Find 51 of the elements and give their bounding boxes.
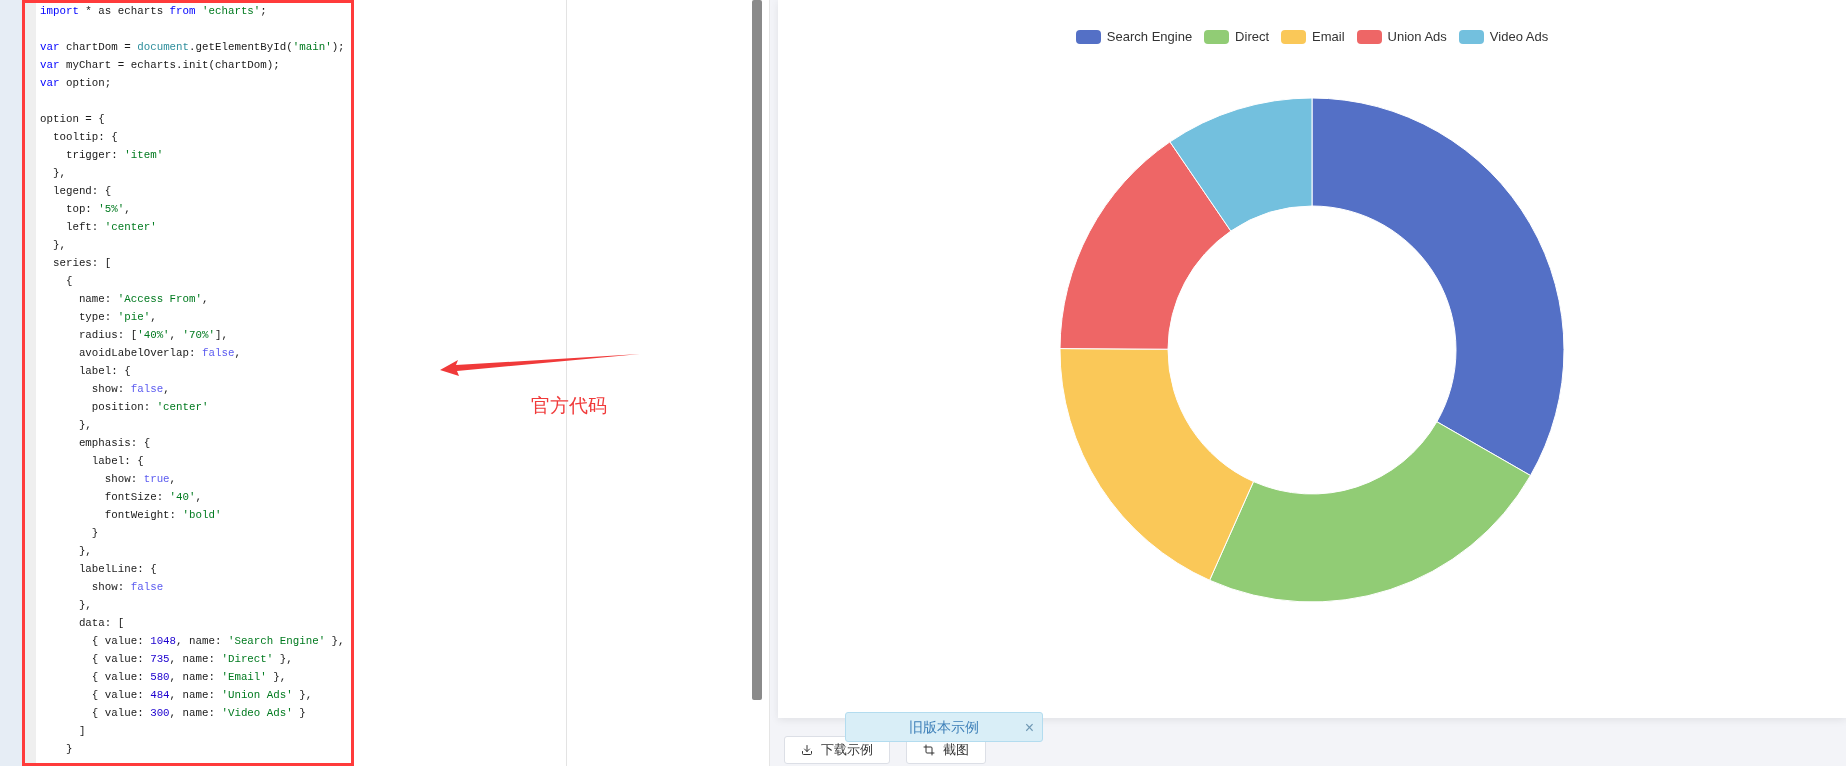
legend-label[interactable]: Video Ads xyxy=(1489,27,1549,47)
code-line: show: true, xyxy=(103,472,177,487)
code-line: } xyxy=(90,526,99,541)
code-line: { value: 1048, name: 'Search Engine' }, xyxy=(90,634,345,649)
download-button[interactable]: 下载示例 xyxy=(784,736,890,764)
code-line: { xyxy=(64,274,73,289)
code-line: series: [ xyxy=(51,256,112,271)
code-line: legend: { xyxy=(51,184,112,199)
code-line: show: false xyxy=(90,580,164,595)
code-line: type: 'pie', xyxy=(77,310,157,325)
code-line: }, xyxy=(77,598,92,613)
code-line: labelLine: { xyxy=(77,562,157,577)
code-line: { value: 300, name: 'Video Ads' } xyxy=(90,706,306,721)
legend-label[interactable]: Email xyxy=(1312,27,1345,47)
code-line: }, xyxy=(77,544,92,559)
code-line: { value: 580, name: 'Email' }, xyxy=(90,670,287,685)
code-line: data: [ xyxy=(77,616,125,631)
legend-label[interactable]: Union Ads xyxy=(1387,27,1447,47)
code-line: trigger: 'item' xyxy=(64,148,164,163)
code-line: import * as echarts from 'echarts'; xyxy=(40,4,267,19)
code-line: top: '5%', xyxy=(64,202,131,217)
code-line: }, xyxy=(51,238,66,253)
download-icon xyxy=(801,744,813,756)
code-line: }, xyxy=(77,418,92,433)
code-line: var chartDom = document.getElementById('main'); xyxy=(40,40,345,55)
code-line: left: 'center' xyxy=(64,220,157,235)
code-line: radius: ['40%', '70%'], xyxy=(77,328,228,343)
scrollbar[interactable] xyxy=(752,0,762,700)
legend-label[interactable]: Search Engine xyxy=(1106,27,1193,47)
code-line: var myChart = echarts.init(chartDom); xyxy=(40,58,280,73)
code-line: label: { xyxy=(77,364,131,379)
code-line: show: false, xyxy=(90,382,170,397)
code-line: var option; xyxy=(40,76,112,91)
toast-message: 旧版本示例 xyxy=(909,717,979,737)
code-line: position: 'center' xyxy=(90,400,209,415)
legend-label[interactable]: Direct xyxy=(1235,27,1270,47)
annotation-label: 官方代码 xyxy=(531,394,607,418)
code-line: avoidLabelOverlap: false, xyxy=(77,346,241,361)
code-line: }, xyxy=(51,166,66,181)
code-line: { value: 484, name: 'Union Ads' }, xyxy=(90,688,313,703)
code-line: fontSize: '40', xyxy=(103,490,202,505)
code-line: fontWeight: 'bold' xyxy=(103,508,222,523)
code-line: ] xyxy=(77,724,86,739)
code-line: name: 'Access From', xyxy=(77,292,209,307)
crop-icon xyxy=(923,744,935,756)
code-line: label: { xyxy=(90,454,144,469)
code-line: tooltip: { xyxy=(51,130,118,145)
code-line: option = { xyxy=(40,112,105,127)
code-line: { value: 735, name: 'Direct' }, xyxy=(90,652,293,667)
code-line: emphasis: { xyxy=(77,436,151,451)
code-line: } xyxy=(64,742,73,757)
